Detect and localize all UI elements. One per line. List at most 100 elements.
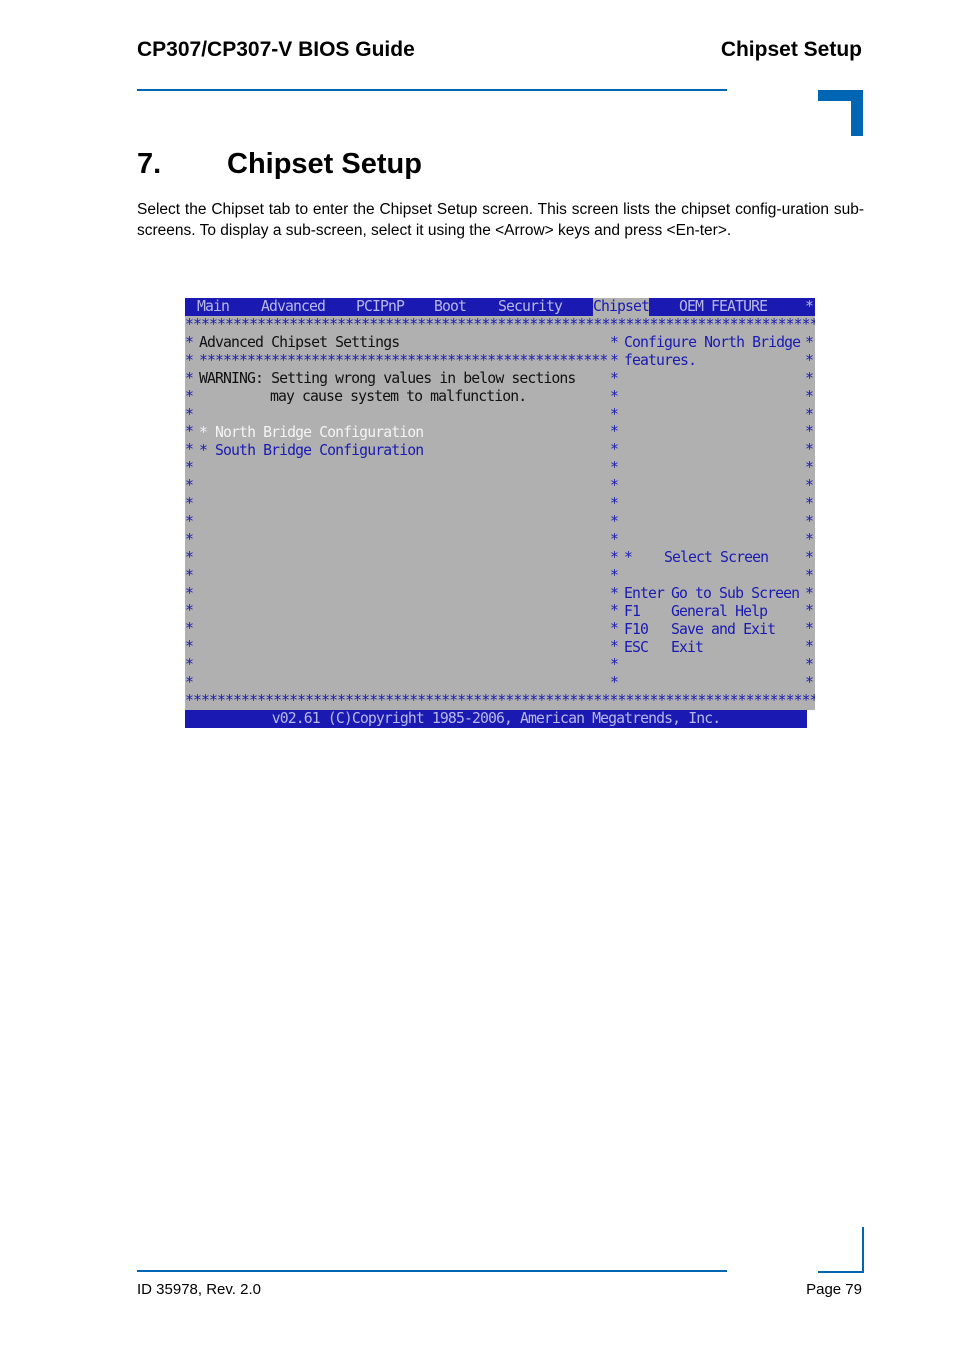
bios-border-left: * (185, 351, 194, 369)
bios-border-right: * (805, 566, 814, 584)
bios-key: * (624, 549, 633, 566)
bios-border-left: * (185, 495, 194, 512)
bios-border-right: * (805, 369, 814, 387)
bios-border-left: * (185, 656, 194, 674)
bios-border-right: * (805, 674, 814, 691)
bios-border-right: * (805, 423, 814, 441)
bios-border-right: * (805, 333, 814, 351)
bios-border-divider: * (610, 477, 619, 495)
corner-mark-bottom (818, 1227, 864, 1273)
bios-key: F10 (624, 621, 649, 638)
bios-key-f1: F1 General Help (624, 603, 768, 621)
bios-key-select-screen: * Select Screen (624, 549, 769, 567)
bios-border-divider: * (610, 602, 619, 620)
bios-border-divider: * (610, 530, 619, 548)
bios-warning-line1: WARNING: Setting wrong values in below s… (199, 370, 576, 387)
bios-warning-line2: may cause system to malfunction. (270, 388, 527, 405)
bios-border-left: * (185, 512, 194, 530)
bios-key: ESC (624, 639, 649, 656)
chapter-heading: 7. Chipset Setup (137, 148, 422, 181)
bios-border-left: * (185, 530, 194, 548)
bios-border-left: * (185, 638, 194, 656)
bios-key-f10: F10 Save and Exit (624, 621, 776, 639)
bios-key-action: Save and Exit (671, 621, 776, 638)
bios-menu-edge: * (804, 298, 814, 315)
bios-border-right: * (805, 584, 814, 602)
bios-border-left: * (185, 548, 194, 566)
bios-border-right: * (805, 602, 814, 620)
bios-border-right: * (805, 441, 814, 459)
intro-paragraph: Select the Chipset tab to enter the Chip… (137, 201, 864, 239)
bios-border-divider: * (610, 512, 619, 530)
header-rule (137, 89, 727, 91)
bios-item-north-bridge[interactable]: * North Bridge Configuration (199, 424, 424, 442)
bios-menu-bar: Main Advanced PCIPnP Boot Security Chips… (185, 298, 815, 316)
bios-border-divider: * (610, 405, 619, 423)
bios-key-action: Exit (671, 639, 704, 656)
footer-page-number: Page 79 (806, 1281, 862, 1298)
footer-rule (137, 1270, 727, 1272)
bios-tab-oem-feature[interactable]: OEM FEATURE (679, 298, 768, 316)
bios-key: Enter (624, 585, 665, 602)
bios-border-left: * (185, 387, 194, 405)
bios-key-esc: ESC Exit (624, 639, 704, 657)
bios-border-divider: * (610, 369, 619, 387)
bios-tab-main[interactable]: Main (197, 298, 230, 316)
bios-border-left: * (185, 674, 194, 691)
bios-border-right: * (805, 477, 814, 495)
chapter-title: Chipset Setup (227, 148, 422, 180)
bios-border-right: * (805, 530, 814, 548)
bios-screenshot: Main Advanced PCIPnP Boot Security Chips… (185, 298, 815, 728)
chapter-number: 7. (137, 148, 162, 180)
bios-border-right: * (805, 459, 814, 477)
bios-border-right: * (805, 405, 814, 423)
bios-border-divider: * (610, 548, 619, 566)
corner-mark-top (818, 90, 863, 136)
bios-border-divider: * (610, 584, 619, 602)
bios-border-divider: * (610, 441, 619, 459)
bios-item-bullet: * (199, 424, 216, 441)
bios-border-left: * (185, 602, 194, 620)
bios-item-south-bridge[interactable]: * South Bridge Configuration (199, 442, 424, 460)
bios-tab-security[interactable]: Security (498, 298, 563, 316)
bios-key-enter: Enter Go to Sub Screen (624, 585, 800, 603)
bios-border-left: * (185, 620, 194, 638)
bios-tab-chipset[interactable]: Chipset (593, 298, 650, 316)
bios-border-divider: * (610, 495, 619, 512)
bios-border-left: * (185, 584, 194, 602)
bios-border-left: * (185, 566, 194, 584)
header-doc-title: CP307/CP307-V BIOS Guide (137, 38, 415, 61)
bios-border-left: * (185, 405, 194, 423)
bios-border-left: * (185, 423, 194, 441)
bios-title-underline: ****************************************… (199, 351, 608, 369)
bios-item-label: South Bridge Configuration (215, 442, 424, 459)
bios-border-left: * (185, 477, 194, 495)
bios-border-divider: * (610, 566, 619, 584)
bios-border-left: * (185, 369, 194, 387)
bios-border-left: * (185, 441, 194, 459)
bios-border-right: * (805, 512, 814, 530)
bios-border-top: ****************************************… (185, 316, 815, 333)
bios-panel-title: Advanced Chipset Settings (199, 334, 400, 351)
bios-help-line2: features. (624, 352, 697, 369)
bios-border-right: * (805, 351, 814, 369)
bios-key-action: General Help (671, 603, 768, 620)
bios-tab-advanced[interactable]: Advanced (261, 298, 326, 316)
bios-border-right: * (805, 620, 814, 638)
bios-key: F1 (624, 603, 641, 620)
bios-border-divider: * (610, 351, 619, 369)
bios-border-divider: * (610, 620, 619, 638)
bios-border-divider: * (610, 333, 619, 351)
bios-key-action: Go to Sub Screen (671, 585, 800, 602)
bios-copyright-bar: v02.61 (C)Copyright 1985-2006, American … (185, 710, 807, 728)
bios-border-right: * (805, 656, 814, 674)
bios-border-divider: * (610, 459, 619, 477)
bios-border-right: * (805, 548, 814, 566)
bios-tab-pcipnp[interactable]: PCIPnP (356, 298, 405, 316)
bios-border-left: * (185, 333, 194, 351)
bios-item-label: North Bridge Configuration (215, 424, 424, 441)
bios-item-bullet: * (199, 442, 216, 459)
bios-help-line1: Configure North Bridge (624, 334, 801, 351)
bios-border-divider: * (610, 674, 619, 691)
bios-tab-boot[interactable]: Boot (434, 298, 467, 316)
